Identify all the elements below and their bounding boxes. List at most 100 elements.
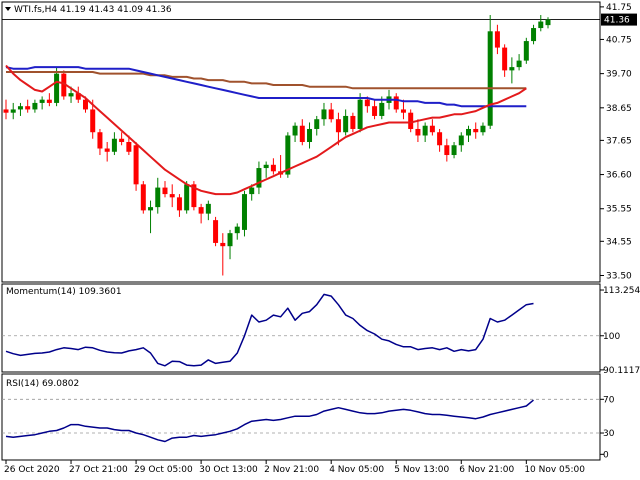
candle-body: [364, 99, 370, 107]
current-price-label: 41.36: [604, 16, 630, 26]
candle-body: [307, 128, 313, 142]
candle-body: [133, 145, 139, 185]
candle-body: [126, 142, 132, 152]
candle-body: [82, 99, 88, 110]
chart-canvas[interactable]: 41.75 40.75 39.70 38.65 37.65 36.60 35.55 34.55…: [0, 0, 640, 480]
candle-body: [111, 138, 117, 152]
momentum-series: [2, 293, 600, 367]
candle-body: [292, 125, 298, 136]
rsi-axis-label: 30: [603, 429, 615, 439]
price-axis-label: 37.65: [606, 136, 632, 146]
rsi-axis-label: 70: [603, 395, 615, 405]
candle-body: [480, 125, 486, 133]
candle-body: [343, 115, 349, 133]
momentum-axis-label: 113.2541: [603, 286, 640, 296]
candle-body: [372, 106, 378, 116]
momentum-axis-label: 90.1117: [603, 366, 640, 376]
candle-body: [184, 184, 190, 211]
candle-body: [437, 132, 443, 146]
price-axis-label: 34.55: [606, 237, 632, 247]
rsi-panel[interactable]: [1, 373, 601, 461]
candle-body: [321, 109, 327, 120]
rsi-axis-label: 0: [603, 450, 609, 460]
candle-body: [400, 109, 406, 113]
momentum-panel[interactable]: [1, 283, 601, 373]
candle-body: [545, 19, 551, 26]
price-axis-label: 33.50: [606, 271, 632, 281]
time-axis-label: 6 Nov 21:00: [459, 465, 514, 475]
symbol-header: WTI.fs,H4 41.19 41.43 41.09 41.36: [14, 5, 172, 15]
ma-slow-line: [6, 71, 527, 90]
candle-body: [148, 207, 154, 211]
candle-body: [509, 67, 515, 71]
candle-body: [234, 226, 240, 234]
candle-body: [198, 207, 204, 214]
price-axis-label: 40.75: [606, 35, 632, 45]
candle-body: [249, 187, 255, 195]
candle-body: [270, 164, 276, 172]
candle-body: [516, 60, 522, 68]
candle-body: [299, 125, 305, 142]
candle-body: [169, 194, 175, 198]
time-axis-label: 4 Nov 05:00: [329, 465, 384, 475]
candle-body: [538, 21, 544, 29]
time-axis-label: 29 Oct 05:00: [134, 465, 193, 475]
candle-body: [451, 145, 457, 156]
candle-body: [220, 242, 226, 247]
candle-body: [408, 112, 414, 129]
momentum-label: Momentum(14) 109.3601: [6, 287, 122, 297]
candle-body: [314, 119, 320, 129]
candle-body: [422, 125, 428, 136]
candle-body: [39, 99, 45, 103]
candle-body: [357, 99, 363, 129]
price-axis-label: 36.60: [606, 171, 632, 181]
time-axis-label: 27 Oct 21:00: [69, 465, 128, 475]
time-axis-label: 26 Oct 2020: [4, 465, 60, 475]
candle-body: [531, 28, 537, 42]
time-axis-label: 2 Nov 21:00: [264, 465, 319, 475]
price-axis-label: 35.55: [606, 205, 632, 215]
candle-body: [335, 119, 341, 133]
candle-body: [494, 31, 500, 48]
symbol-dropdown-icon[interactable]: [5, 7, 11, 11]
candle-body: [523, 41, 529, 61]
candle-body: [415, 128, 421, 136]
rsi-line: [5, 399, 534, 443]
candle-body: [227, 233, 233, 247]
candle-body: [205, 203, 211, 214]
candle-body: [350, 115, 356, 129]
candle-body: [502, 47, 508, 71]
candle-body: [68, 93, 74, 97]
candle-body: [241, 194, 247, 230]
candle-body: [429, 125, 435, 133]
candle-body: [256, 168, 262, 188]
rsi-series: [2, 398, 600, 443]
price-axis-label: 38.65: [606, 104, 632, 114]
candlestick-series: [3, 15, 551, 276]
momentum-axis-label: 100: [603, 332, 620, 342]
candle-body: [444, 145, 450, 156]
candle-body: [10, 109, 16, 113]
rsi-label: RSI(14) 69.0802: [6, 379, 79, 389]
momentum-line: [5, 293, 534, 367]
candle-body: [25, 106, 31, 110]
candle-body: [393, 96, 399, 110]
candle-body: [119, 138, 125, 142]
candle-body: [17, 106, 23, 110]
candle-body: [140, 184, 146, 211]
candle-body: [379, 102, 385, 116]
candle-body: [32, 102, 38, 110]
candle-body: [466, 128, 472, 136]
candle-body: [97, 132, 103, 149]
candle-body: [487, 31, 493, 126]
price-axis-label: 41.75: [606, 3, 632, 13]
candle-body: [104, 148, 110, 152]
candle-body: [328, 109, 334, 120]
time-axis-label: 5 Nov 13:00: [394, 465, 449, 475]
candle-body: [54, 73, 60, 103]
time-axis-label: 30 Oct 13:00: [199, 465, 258, 475]
candle-body: [473, 128, 479, 133]
candle-body: [46, 99, 52, 103]
candle-body: [90, 109, 96, 133]
candle-body: [458, 135, 464, 146]
